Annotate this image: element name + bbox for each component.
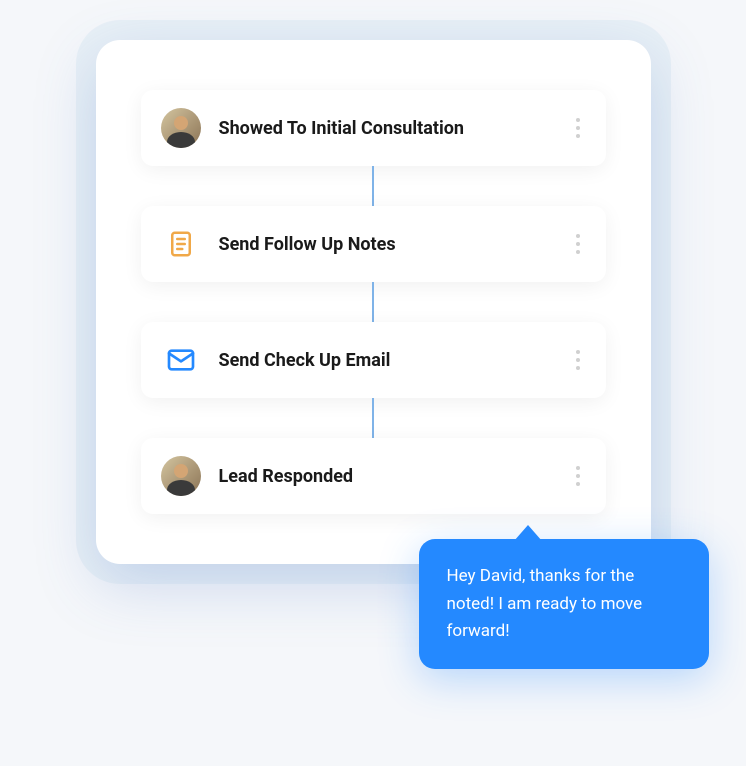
timeline-card[interactable]: Showed To Initial Consultation	[141, 90, 606, 166]
avatar-icon	[161, 456, 201, 496]
timeline: Showed To Initial Consultation Send Foll…	[141, 90, 606, 514]
timeline-card[interactable]: Send Check Up Email	[141, 322, 606, 398]
card-title: Send Follow Up Notes	[219, 234, 552, 255]
timeline-connector	[372, 166, 374, 206]
kebab-menu-icon[interactable]	[570, 344, 586, 376]
kebab-menu-icon[interactable]	[570, 460, 586, 492]
email-icon	[161, 340, 201, 380]
response-message: Hey David, thanks for the noted! I am re…	[447, 566, 643, 640]
notes-icon	[161, 224, 201, 264]
avatar-icon	[161, 108, 201, 148]
card-title: Lead Responded	[219, 466, 552, 487]
kebab-menu-icon[interactable]	[570, 112, 586, 144]
kebab-menu-icon[interactable]	[570, 228, 586, 260]
card-title: Showed To Initial Consultation	[219, 118, 552, 139]
timeline-connector	[372, 398, 374, 438]
timeline-card[interactable]: Send Follow Up Notes	[141, 206, 606, 282]
response-bubble: Hey David, thanks for the noted! I am re…	[419, 539, 709, 669]
card-title: Send Check Up Email	[219, 350, 552, 371]
timeline-card[interactable]: Lead Responded	[141, 438, 606, 514]
timeline-connector	[372, 282, 374, 322]
workflow-panel: Showed To Initial Consultation Send Foll…	[96, 40, 651, 564]
